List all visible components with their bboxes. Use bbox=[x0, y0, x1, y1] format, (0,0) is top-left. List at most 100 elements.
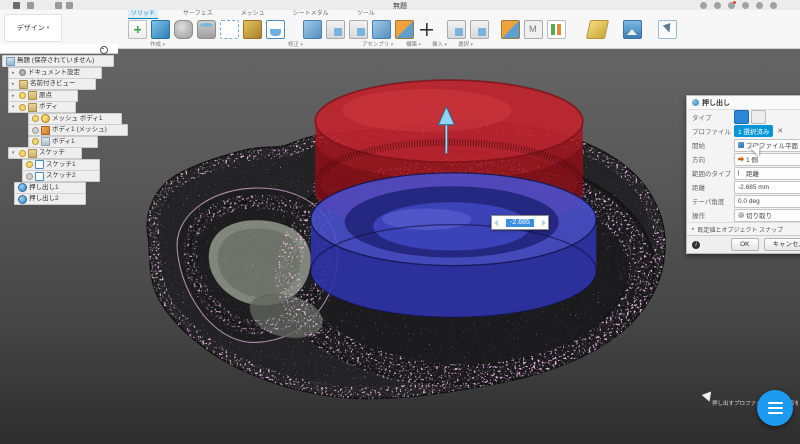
spinner-left-icon[interactable] bbox=[494, 220, 498, 226]
folder-icon bbox=[28, 103, 37, 112]
profile-selection-chip[interactable]: 1 選択済み bbox=[734, 125, 773, 137]
cut-operation-icon bbox=[738, 212, 744, 218]
browser-row-body1-mesh[interactable]: ボディ1 (メッシュ) bbox=[28, 124, 128, 136]
mirror-icon[interactable] bbox=[524, 20, 543, 39]
combine-icon[interactable] bbox=[372, 20, 391, 39]
sketch-icon bbox=[35, 172, 44, 181]
visibility-bulb-icon[interactable] bbox=[19, 104, 26, 111]
clear-selection-icon[interactable]: ✕ bbox=[777, 127, 783, 135]
browser-row-sketch1[interactable]: スケッチ1 bbox=[22, 159, 100, 171]
browser-row-extrude2[interactable]: 押し出し2 bbox=[14, 193, 86, 205]
visibility-bulb-icon[interactable] bbox=[32, 127, 39, 134]
tab-mesh[interactable]: メッシュ bbox=[238, 10, 268, 19]
insert-canvas-icon[interactable] bbox=[623, 20, 642, 39]
tab-tools[interactable]: ツール bbox=[354, 10, 378, 19]
info-icon[interactable]: i bbox=[692, 241, 700, 249]
start-dropdown[interactable]: プロファイル平面▾ bbox=[734, 139, 800, 152]
visibility-bulb-icon[interactable] bbox=[26, 173, 33, 180]
visibility-bulb-icon[interactable] bbox=[32, 115, 39, 122]
select-icon[interactable] bbox=[658, 20, 677, 39]
extrude-feature-icon bbox=[18, 183, 27, 192]
settings-gear-icon[interactable] bbox=[770, 2, 777, 9]
extrude-dialog: 押し出し タイプ プロファイル 1 選択済み ✕ 開始 プロファイル平面▾ 方向 bbox=[686, 95, 800, 254]
browser-row-bodies[interactable]: ▾ボディ bbox=[8, 101, 76, 113]
workspace-label: デザイン bbox=[17, 23, 45, 33]
type-extrude-button[interactable] bbox=[734, 110, 749, 124]
dialog-footer: i OK キャンセル bbox=[687, 235, 800, 253]
browser-row-extrude1[interactable]: 押し出し1 bbox=[14, 182, 86, 194]
shell-icon[interactable] bbox=[266, 20, 285, 39]
help-icon[interactable] bbox=[756, 2, 763, 9]
row-direction: 方向 1 側▾ bbox=[687, 152, 800, 166]
workspace-switcher[interactable]: デザイン ▾ bbox=[4, 14, 62, 42]
browser-row-named-views[interactable]: ▸名前付きビュー bbox=[8, 78, 96, 90]
pattern-icon[interactable] bbox=[547, 20, 566, 39]
defaults-expander[interactable]: ▸ 既定値とオブジェクト スナップ bbox=[687, 222, 800, 235]
split-body-icon[interactable] bbox=[395, 20, 414, 39]
taper-angle-field[interactable]: 0.0 deg bbox=[734, 195, 800, 208]
folder-icon bbox=[28, 91, 37, 100]
browser-row-document-settings[interactable]: ▸ドキュメント設定 bbox=[8, 67, 102, 79]
tab-surface[interactable]: サーフェス bbox=[180, 10, 216, 19]
browser-row-mesh-body[interactable]: メッシュ ボディ1 bbox=[28, 113, 122, 125]
physical-material-icon[interactable] bbox=[470, 20, 489, 39]
create-cylinder-icon[interactable] bbox=[197, 20, 216, 39]
browser-row-origin[interactable]: ▸原点 bbox=[8, 90, 78, 102]
operation-dropdown[interactable]: 切り取り▾ bbox=[734, 209, 800, 222]
group-create[interactable]: 作成 ▾ bbox=[150, 40, 165, 48]
viewport[interactable]: -2.685 押し出すプロファイルまたは平面を選択 bbox=[0, 48, 800, 444]
create-form-icon[interactable] bbox=[174, 20, 193, 39]
align-icon[interactable] bbox=[447, 20, 466, 39]
visibility-bulb-icon[interactable] bbox=[19, 92, 26, 99]
dialog-header[interactable]: 押し出し bbox=[687, 96, 800, 110]
direction-dropdown[interactable]: 1 側▾ bbox=[734, 153, 800, 166]
joint-icon[interactable] bbox=[501, 20, 520, 39]
browser-row-sketches[interactable]: ▾スケッチ bbox=[8, 147, 82, 159]
job-status-icon[interactable] bbox=[714, 2, 721, 9]
folder-icon bbox=[19, 80, 28, 89]
toolbar-tabs: ソリッド サーフェス メッシュ シートメタル ツール bbox=[128, 10, 378, 19]
row-extent-type: 範囲のタイプ 距離▾ bbox=[687, 166, 800, 180]
group-assemble[interactable]: アセンブリ ▾ bbox=[362, 40, 393, 48]
gear-icon bbox=[19, 69, 26, 76]
browser-row-root[interactable]: 無題 (保存されていません) bbox=[2, 55, 114, 67]
cancel-button[interactable]: キャンセル bbox=[764, 238, 800, 251]
press-pull-icon[interactable] bbox=[303, 20, 322, 39]
row-taper: テーパ角度 0.0 deg bbox=[687, 194, 800, 208]
construct-plane-icon[interactable] bbox=[586, 20, 609, 39]
one-side-icon bbox=[738, 156, 744, 162]
caret-down-icon: ▾ bbox=[47, 25, 50, 31]
visibility-bulb-icon[interactable] bbox=[32, 138, 39, 145]
distance-field[interactable]: -2.685 mm bbox=[734, 181, 800, 194]
visibility-bulb-icon[interactable] bbox=[26, 161, 33, 168]
group-select[interactable]: 選択 ▾ bbox=[458, 40, 473, 48]
chamfer-icon[interactable] bbox=[349, 20, 368, 39]
extent-type-dropdown[interactable]: 距離▾ bbox=[734, 167, 800, 180]
group-construct[interactable]: 構築 ▾ bbox=[406, 40, 421, 48]
tab-sheetmetal[interactable]: シートメタル bbox=[290, 10, 332, 19]
visibility-bulb-icon[interactable] bbox=[19, 150, 26, 157]
fillet-icon[interactable] bbox=[326, 20, 345, 39]
target-icon[interactable] bbox=[100, 46, 108, 54]
toolbar-icons bbox=[128, 20, 677, 39]
create-sketch-icon[interactable] bbox=[128, 20, 147, 39]
type-thin-extrude-button[interactable] bbox=[751, 110, 766, 124]
distance-input[interactable]: -2.685 bbox=[491, 215, 549, 230]
create-box-icon[interactable] bbox=[151, 20, 170, 39]
ok-button[interactable]: OK bbox=[731, 238, 758, 251]
tab-solid[interactable]: ソリッド bbox=[128, 10, 158, 19]
move-copy-icon[interactable] bbox=[418, 21, 435, 38]
browser-row-body1[interactable]: ボディ1 bbox=[28, 136, 98, 148]
extensions-icon[interactable] bbox=[700, 2, 707, 9]
derive-icon[interactable] bbox=[220, 20, 239, 39]
menu-fab[interactable] bbox=[757, 390, 793, 426]
group-modify[interactable]: 修正 ▾ bbox=[288, 40, 303, 48]
browser-row-sketch2[interactable]: スケッチ2 bbox=[22, 170, 100, 182]
extrude-target-blue[interactable] bbox=[311, 173, 596, 317]
notification-bell-icon[interactable] bbox=[728, 2, 735, 9]
user-avatar[interactable] bbox=[742, 2, 749, 9]
spinner-right-icon[interactable] bbox=[542, 220, 546, 226]
group-insert[interactable]: 挿入 ▾ bbox=[432, 40, 447, 48]
sweep-icon[interactable] bbox=[243, 20, 262, 39]
browser-header[interactable] bbox=[0, 44, 118, 54]
